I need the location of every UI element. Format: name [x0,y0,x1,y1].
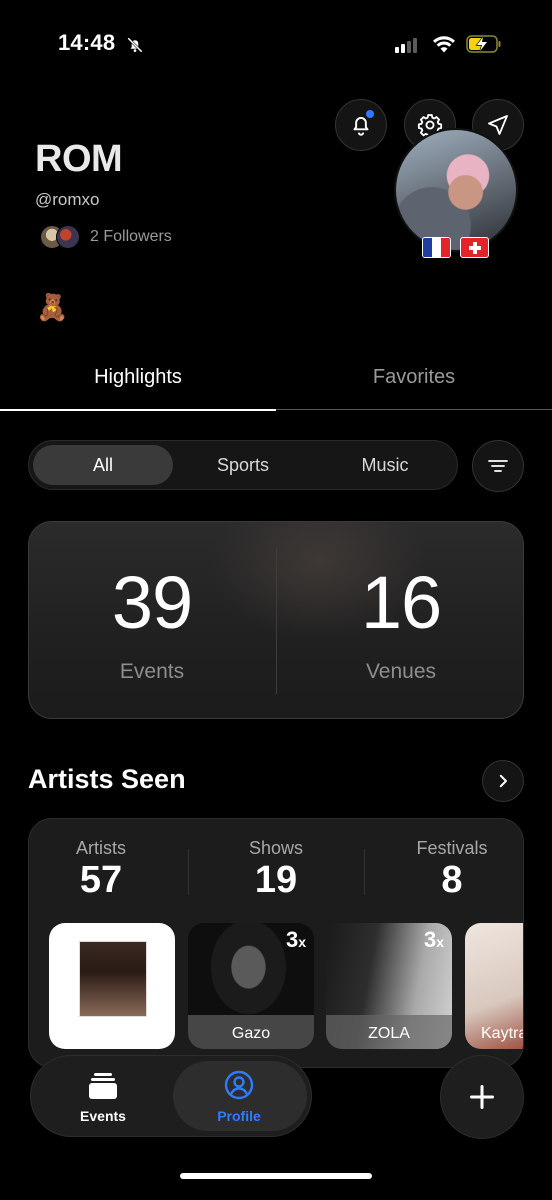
artist-seen-count: 3x [423,927,444,952]
filter-lines-icon [488,460,508,472]
tab-favorites[interactable]: Favorites [276,366,552,389]
venues-count: 16 [360,561,442,644]
artist-photo [79,941,147,1017]
artists-seen-card: Artists 57 Shows 19 Festivals 8 3x Tiako… [28,818,524,1068]
profile-handle: @romxo [35,190,100,209]
wifi-icon [433,36,455,53]
status-time: 14:48 [58,30,116,55]
summary-divider [364,849,365,895]
chevron-right-icon [499,774,507,788]
tab-divider [276,409,552,410]
venues-label: Venues [365,660,437,683]
home-indicator[interactable] [180,1173,372,1179]
teddy-bear-emoji: 🧸 [36,292,69,322]
artists-count: 57 [79,859,123,901]
profile-name: ROM [35,138,123,180]
artist-name: Tiakola [86,1025,138,1042]
france-flag-icon [422,237,451,258]
bottom-tab-bar: Events Profile [30,1055,312,1137]
battery-charging-icon [466,35,501,53]
followers-count: 2 Followers [90,228,172,245]
artist-tile-tiakola[interactable]: 3x Tiakola [49,923,175,1049]
notification-dot [366,110,374,118]
active-tab-indicator [0,409,276,411]
artist-name: ZOLA [368,1025,410,1042]
artists-seen-more-button[interactable] [482,760,524,802]
stack-cards-icon [89,1073,117,1099]
artist-tile-zola[interactable]: 3x ZOLA [326,923,452,1049]
filter-all[interactable]: All [33,445,173,485]
profile-avatar[interactable] [394,128,518,252]
artist-tile-gazo[interactable]: 3x Gazo [188,923,314,1049]
events-label: Events [119,660,185,683]
artist-seen-count: 3x [285,927,306,952]
send-icon [488,115,508,135]
nav-profile[interactable]: Profile [207,1064,271,1130]
festivals-count: 8 [441,859,463,901]
tab-highlights[interactable]: Highlights [0,366,276,389]
notifications-button[interactable] [335,99,387,151]
shows-label: Shows [248,838,304,858]
filter-music[interactable]: Music [315,445,455,485]
artists-seen-title: Artists Seen [28,764,186,794]
stats-card: 39 Events 16 Venues [28,521,524,719]
stats-divider [276,548,277,694]
switzerland-flag-icon [460,237,489,258]
plus-icon [469,1084,495,1110]
followers-link[interactable]: 2 Followers [40,225,172,249]
shows-count: 19 [254,859,298,901]
festivals-label: Festivals [416,838,488,858]
artists-label: Artists [75,838,126,858]
nav-profile-label: Profile [217,1108,261,1124]
filter-sports[interactable]: Sports [173,445,313,485]
add-event-button[interactable] [440,1055,524,1139]
artist-name: Kaytra [481,1025,524,1042]
artist-tile-kaytra[interactable]: Kaytra [465,923,524,1049]
artist-name: Gazo [231,1025,271,1042]
nav-events-label: Events [80,1108,126,1124]
artist-seen-count: 3x [146,927,167,952]
nav-events[interactable]: Events [71,1064,135,1130]
category-segmented-control: All Sports Music [28,440,458,490]
sort-filter-button[interactable] [472,440,524,492]
summary-divider [188,849,189,895]
profile-circle-icon [224,1070,254,1100]
follower-avatar [56,225,80,249]
events-count: 39 [111,561,193,644]
bell-off-icon [127,37,143,53]
cellular-signal-icon [395,38,417,53]
